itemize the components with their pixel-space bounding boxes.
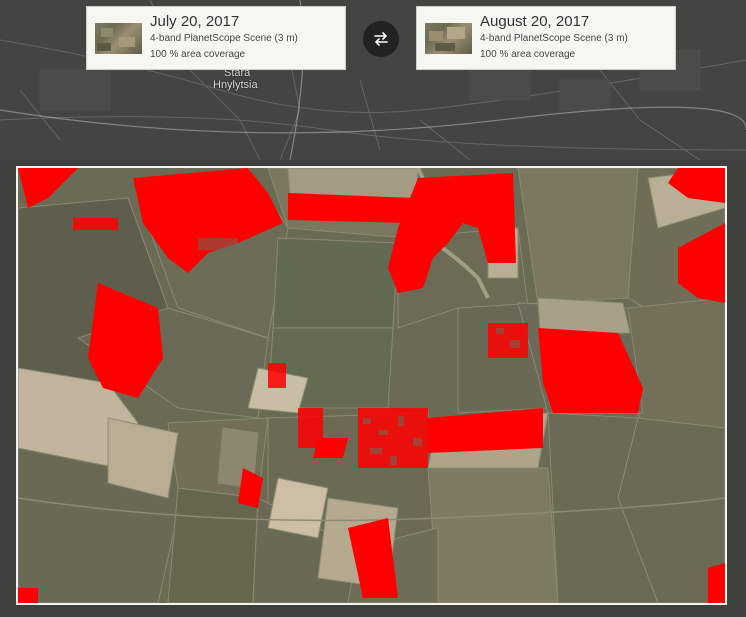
- scene-thumbnail: [425, 23, 472, 54]
- scene-type: 4-band PlanetScope Scene (3 m): [150, 33, 298, 44]
- right-scene-card[interactable]: August 20, 2017 4-band PlanetScope Scene…: [416, 6, 676, 70]
- scene-type: 4-band PlanetScope Scene (3 m): [480, 33, 628, 44]
- scene-date: August 20, 2017: [480, 13, 590, 30]
- swap-arrows-icon: [374, 32, 388, 46]
- scene-thumbnail: [95, 23, 142, 54]
- swap-scenes-button[interactable]: [363, 21, 399, 57]
- place-label: Hnylytsia: [213, 79, 258, 91]
- scene-coverage: 100 % area coverage: [150, 49, 246, 60]
- scene-coverage: 100 % area coverage: [480, 49, 576, 60]
- change-detection-viewer[interactable]: [16, 166, 727, 605]
- scene-date: July 20, 2017: [150, 13, 240, 30]
- left-scene-card[interactable]: July 20, 2017 4-band PlanetScope Scene (…: [86, 6, 346, 70]
- satellite-image: [18, 168, 725, 603]
